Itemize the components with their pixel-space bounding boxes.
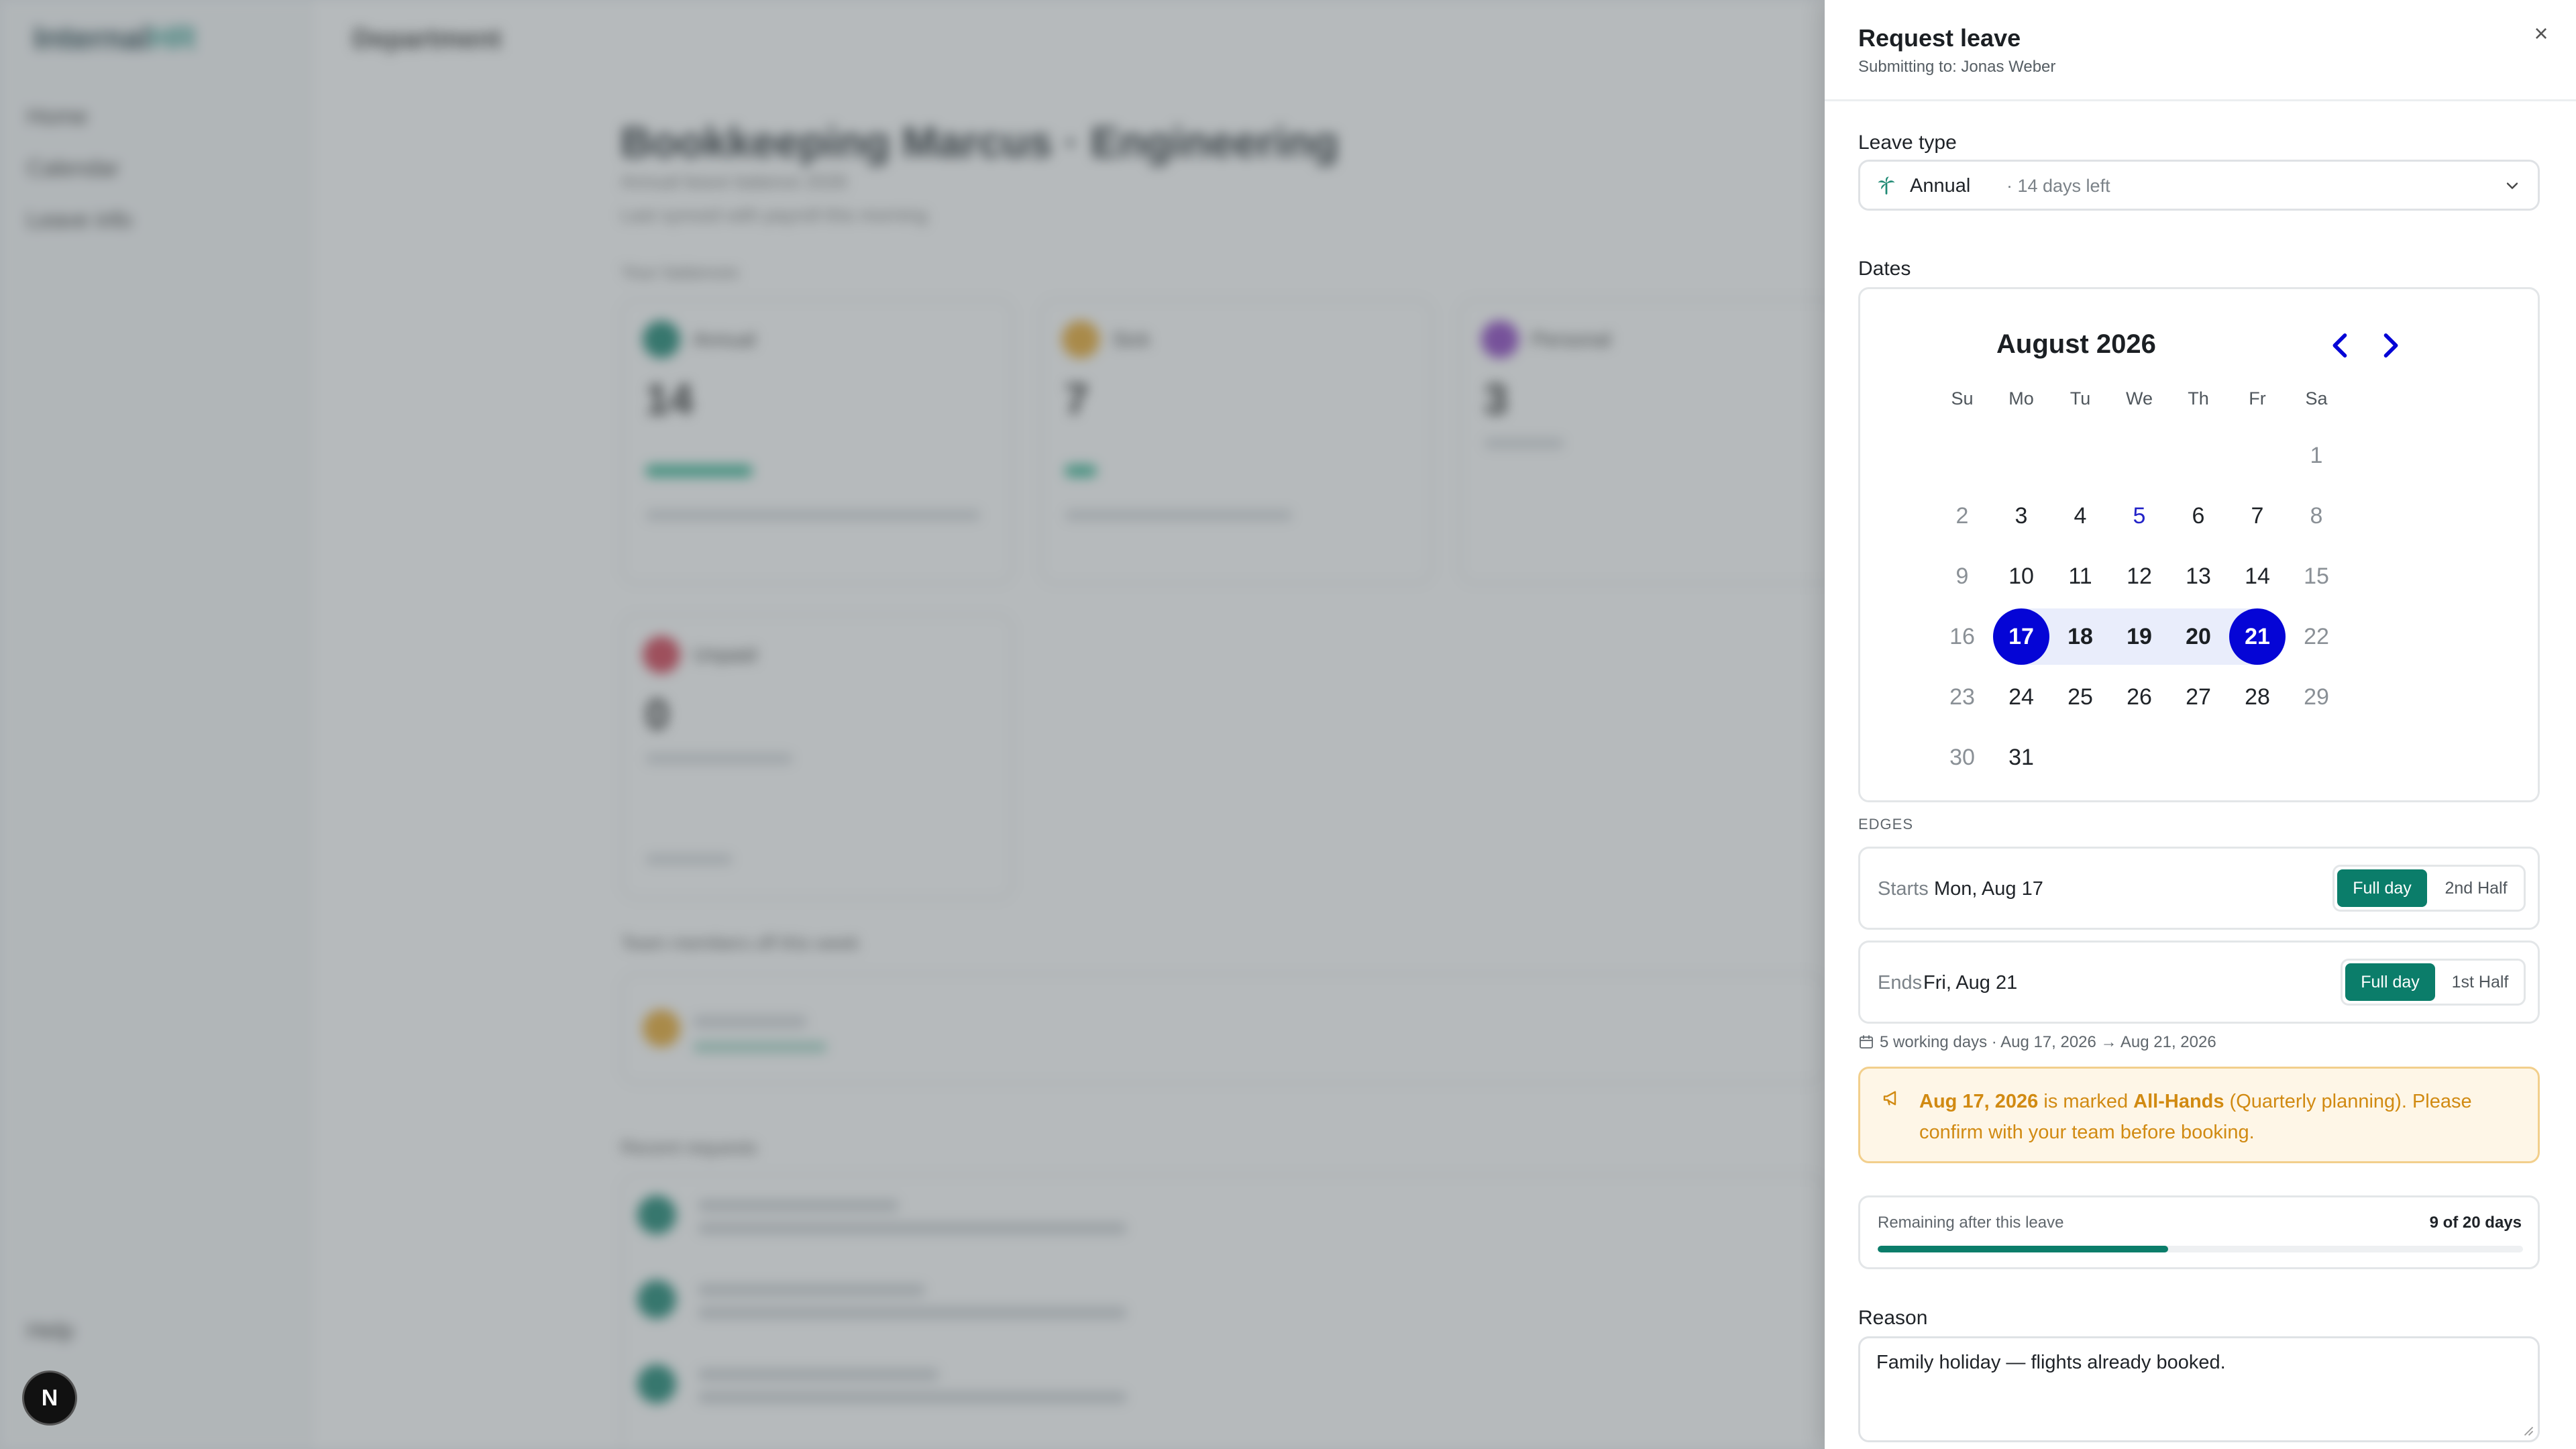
calendar-day-11[interactable]: 11 [2052,548,2108,604]
leave-type-days-left: · 14 days left [2006,176,2110,196]
calendar-day-30[interactable]: 30 [1934,729,1990,786]
modal-backdrop[interactable] [0,0,1825,1449]
calendar-day-23[interactable]: 23 [1934,669,1990,725]
calendar-day-28[interactable]: 28 [2229,669,2286,725]
working-days-text: 5 working days · Aug 17, 2026 → Aug 21, … [1880,1033,2216,1051]
remaining-label: Remaining after this leave [1878,1214,2064,1232]
calendar-icon [1860,1035,1873,1049]
end-edge-card: Ends Fri, Aug 21 Full day 1st Half [1858,941,2540,1024]
calendar-day-29[interactable]: 29 [2288,669,2345,725]
calendar-day-20[interactable]: 20 [2170,608,2226,665]
remaining-balance-card: Remaining after this leave 9 of 20 days [1858,1195,2540,1269]
dates-label: Dates [1858,258,1911,280]
calendar-day-5[interactable]: 5 [2111,488,2167,544]
calendar-day-21[interactable]: 21 [2229,608,2286,665]
calendar-day-15[interactable]: 15 [2288,548,2345,604]
all-hands-warning: Aug 17, 2026 is marked All-Hands (Quarte… [1858,1067,2540,1163]
reason-text: Family holiday — flights already booked. [1876,1352,2226,1373]
calendar-day-24[interactable]: 24 [1993,669,2049,725]
weekday-label-su: Su [1951,388,1974,409]
date-range-calendar: August 2026 Su Mo Tu We Th Fr Sa 1 2 3 4 5 6 7 8 9 10 11… [1858,287,2540,802]
end-first-half-option[interactable]: 1st Half [2438,963,2522,1001]
calendar-day-7[interactable]: 7 [2229,488,2286,544]
warning-message: Aug 17, 2026 is marked All-Hands (Quarte… [1919,1091,2472,1143]
remaining-value: 9 of 20 days [2429,1214,2522,1232]
next-month-button[interactable] [2373,328,2408,363]
calendar-day-10[interactable]: 10 [1993,548,2049,604]
weekday-label-th: Th [2188,388,2209,409]
calendar-day-16[interactable]: 16 [1934,608,1990,665]
end-portion-toggle: Full day 1st Half [2341,959,2526,1006]
end-lead-label: Ends [1878,972,1923,994]
calendar-day-9[interactable]: 9 [1934,548,1990,604]
calendar-day-17[interactable]: 17 [1993,608,2049,665]
calendar-day-8[interactable]: 8 [2288,488,2345,544]
start-date-value: Mon, Aug 17 [1934,878,2043,900]
calendar-month-title: August 2026 [1996,329,2156,359]
leave-type-label: Leave type [1858,131,1957,154]
drawer-title: Request leave [1858,24,2021,52]
end-full-day-option[interactable]: Full day [2345,963,2435,1001]
calendar-day-14[interactable]: 14 [2229,548,2286,604]
close-icon: × [2534,19,2548,47]
drawer-header: Request leave Submitting to: Jonas Weber… [1825,0,2576,101]
working-days-summary: 5 working days · Aug 17, 2026 → Aug 21, … [1858,1033,2216,1052]
remaining-progress-fill [1878,1246,2168,1252]
calendar-day-3[interactable]: 3 [1993,488,2049,544]
previous-month-button[interactable] [2323,328,2358,363]
leave-type-value: Annual [1910,175,1971,197]
calendar-day-19[interactable]: 19 [2111,608,2167,665]
calendar-day-27[interactable]: 27 [2170,669,2226,725]
remaining-progress-track [1878,1246,2523,1252]
megaphone-icon [1883,1091,1896,1106]
calendar-day-18[interactable]: 18 [2052,608,2108,665]
request-leave-drawer: Request leave Submitting to: Jonas Weber… [1825,0,2576,1449]
drawer-subtitle: Submitting to: Jonas Weber [1858,58,2056,76]
edges-section-label: EDGES [1858,816,1914,833]
resize-grip-icon[interactable] [2522,1424,2534,1436]
start-full-day-option[interactable]: Full day [2337,869,2427,907]
weekday-label-sa: Sa [2305,388,2328,409]
calendar-day-22[interactable]: 22 [2288,608,2345,665]
leave-type-select[interactable]: Annual · 14 days left [1858,160,2540,211]
calendar-day-31[interactable]: 31 [1993,729,2049,786]
calendar-day-26[interactable]: 26 [2111,669,2167,725]
weekday-label-fr: Fr [2249,388,2266,409]
start-edge-card: Starts Mon, Aug 17 Full day 2nd Half [1858,847,2540,930]
start-portion-toggle: Full day 2nd Half [2332,865,2526,912]
calendar-day-2[interactable]: 2 [1934,488,1990,544]
calendar-day-6[interactable]: 6 [2170,488,2226,544]
calendar-day-4[interactable]: 4 [2052,488,2108,544]
reason-textarea[interactable]: Family holiday — flights already booked. [1858,1336,2540,1442]
calendar-day-25[interactable]: 25 [2052,669,2108,725]
reason-label: Reason [1858,1307,1928,1329]
start-second-half-option[interactable]: 2nd Half [2430,869,2522,907]
start-lead-label: Starts [1878,878,1929,900]
close-button[interactable]: × [2526,19,2556,48]
end-date-value: Fri, Aug 21 [1923,972,2018,994]
chevron-down-icon [2506,182,2518,189]
calendar-day-1[interactable]: 1 [2288,427,2345,484]
calendar-day-12[interactable]: 12 [2111,548,2167,604]
dev-indicator-badge[interactable]: N [24,1373,75,1424]
weekday-label-we: We [2125,388,2153,409]
calendar-day-13[interactable]: 13 [2170,548,2226,604]
weekday-label-tu: Tu [2070,388,2091,409]
weekday-label-mo: Mo [2008,388,2034,409]
palm-tree-icon [1878,176,1895,195]
